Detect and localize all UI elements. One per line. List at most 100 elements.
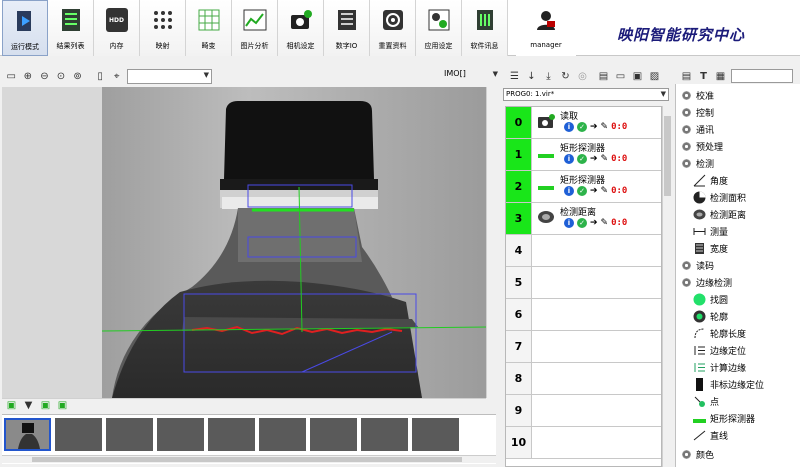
tree-node-preprocess[interactable]: 预处理 — [682, 138, 723, 155]
thumbnail[interactable] — [310, 418, 357, 451]
program-icon[interactable]: ▤ — [597, 70, 610, 83]
edit-icon[interactable]: ✎ — [601, 186, 609, 196]
tree-node-color[interactable]: 颜色 — [682, 446, 714, 463]
flow-step-7[interactable]: 7 — [506, 331, 661, 363]
filmstrip-view-icon[interactable]: ▣ — [5, 399, 18, 412]
image-scrollbar-vertical[interactable] — [486, 87, 496, 398]
info-icon[interactable]: i — [564, 122, 574, 132]
move-down-icon[interactable]: ↓ — [525, 70, 538, 83]
zoom-reset-icon[interactable]: ⊙ — [55, 70, 68, 83]
flow-step-1[interactable]: 1 矩形探测器 i ✓ ➔ ✎ 0:0 — [506, 139, 661, 171]
program-select[interactable]: PROG0: 1.vir* ▼ — [503, 88, 669, 101]
tree-node-barcode[interactable]: 读码 — [682, 257, 714, 274]
tree-node-angle[interactable]: 角度 — [692, 172, 728, 189]
flow-step-8[interactable]: 8 — [506, 363, 661, 395]
filmstrip-save-icon[interactable]: ▣ — [39, 399, 52, 412]
tree-node-calc-edge[interactable]: 计算边缘 — [692, 359, 746, 376]
info-icon[interactable]: i — [564, 186, 574, 196]
save-icon[interactable]: ▣ — [631, 70, 644, 83]
tree-node-control[interactable]: 控制 — [682, 104, 714, 121]
zoom-combo[interactable]: ▼ — [126, 68, 213, 84]
save-as-icon[interactable]: ▨ — [648, 70, 661, 83]
filmstrip-load-icon[interactable]: ▣ — [56, 399, 69, 412]
ok-icon[interactable]: ✓ — [577, 218, 587, 228]
flow-step-6[interactable]: 6 — [506, 299, 661, 331]
user-button[interactable]: manager — [516, 0, 576, 56]
flow-step-9[interactable]: 9 — [506, 395, 661, 427]
image-selector[interactable]: IMO[] ▼ — [444, 69, 500, 84]
tree-node-nonstd-edge[interactable]: 非标边缘定位 — [692, 376, 764, 393]
camera-settings-button[interactable]: 相机设定 — [278, 0, 324, 56]
flow-step-2[interactable]: 2 矩形探测器 i ✓ ➔ ✎ 0:0 — [506, 171, 661, 203]
ok-icon[interactable]: ✓ — [577, 122, 587, 132]
run-mode-button[interactable]: 运行模式 — [2, 0, 48, 56]
ok-icon[interactable]: ✓ — [577, 186, 587, 196]
zoom-in-icon[interactable]: ⊕ — [22, 70, 35, 83]
flow-scroll-thumb[interactable] — [664, 116, 671, 196]
thumbnail[interactable] — [361, 418, 408, 451]
zoom-out-icon[interactable]: ⊖ — [38, 70, 51, 83]
stop-icon[interactable]: ◎ — [576, 70, 589, 83]
tree-node-contour[interactable]: 轮廓 — [692, 308, 728, 325]
move-bottom-icon[interactable]: ⤓ — [542, 70, 555, 83]
crosshair-icon[interactable]: ⌖ — [110, 70, 123, 83]
text-icon[interactable]: T — [697, 70, 710, 83]
flow-step-10[interactable]: 10 — [506, 427, 661, 459]
ok-icon[interactable]: ✓ — [577, 154, 587, 164]
open-folder-icon[interactable]: ▭ — [614, 70, 627, 83]
zoom-fit-icon[interactable]: ⊚ — [71, 70, 84, 83]
flow-step-5[interactable]: 5 — [506, 267, 661, 299]
thumbnail[interactable] — [157, 418, 204, 451]
thumbnail[interactable] — [208, 418, 255, 451]
tree-node-point[interactable]: 点 — [692, 393, 719, 410]
memory-button[interactable]: HDD 内存 — [94, 0, 140, 56]
tree-node-measure[interactable]: 测量 — [692, 223, 728, 240]
page-icon[interactable]: ▯ — [94, 70, 107, 83]
app-settings-button[interactable]: 应用设定 — [416, 0, 462, 56]
thumbnail[interactable] — [55, 418, 102, 451]
flow-step-3[interactable]: 3 检测距离 i ✓ ➔ ✎ 0:0 — [506, 203, 661, 235]
edit-icon[interactable]: ✎ — [601, 122, 609, 132]
results-list-button[interactable]: 结果列表 — [48, 0, 94, 56]
thumbnail[interactable] — [106, 418, 153, 451]
camera-image-view[interactable] — [2, 87, 496, 398]
info-icon[interactable]: i — [564, 154, 574, 164]
flow-step-4[interactable]: 4 — [506, 235, 661, 267]
thumbnail[interactable] — [412, 418, 459, 451]
tree-node-contour-length[interactable]: 轮廓长度 — [692, 325, 746, 342]
tool-search-input[interactable] — [731, 69, 793, 83]
tree-node-communication[interactable]: 通讯 — [682, 121, 714, 138]
edit-icon[interactable]: ✎ — [601, 218, 609, 228]
info-icon[interactable]: i — [564, 218, 574, 228]
thumbnail[interactable] — [259, 418, 306, 451]
palette-icon[interactable]: ▦ — [714, 70, 727, 83]
tree-node-edge-locate[interactable]: 边缘定位 — [692, 342, 746, 359]
filmstrip-scrollbar[interactable] — [2, 455, 496, 463]
tree-node-find-circle[interactable]: 找圆 — [692, 291, 728, 308]
thumbnail-selected[interactable] — [4, 418, 51, 451]
distortion-button[interactable]: 畸变 — [186, 0, 232, 56]
link-icon[interactable]: ➔ — [590, 154, 598, 164]
filmstrip-dropdown-icon[interactable]: ▼ — [22, 399, 35, 412]
digital-io-button[interactable]: 数字IO — [324, 0, 370, 56]
tree-node-area[interactable]: 检测面积 — [692, 189, 746, 206]
tool-list-icon[interactable]: ▤ — [680, 70, 693, 83]
tree-node-detection[interactable]: 检测 — [682, 155, 714, 172]
fit-screen-icon[interactable]: ▭ — [5, 70, 18, 83]
mapping-button[interactable]: 映射 — [140, 0, 186, 56]
filmstrip-scroll-thumb[interactable] — [32, 457, 462, 462]
link-icon[interactable]: ➔ — [590, 218, 598, 228]
tree-node-calibration[interactable]: 校准 — [682, 87, 714, 104]
tree-node-edge-detection[interactable]: 边缘检测 — [682, 274, 732, 291]
link-icon[interactable]: ➔ — [590, 122, 598, 132]
image-analysis-button[interactable]: 图片分析 — [232, 0, 278, 56]
tree-node-width[interactable]: 宽度 — [692, 240, 728, 257]
link-icon[interactable]: ➔ — [590, 186, 598, 196]
flow-step-0[interactable]: 0 读取 i ✓ ➔ ✎ 0:0 — [506, 107, 661, 139]
reset-data-button[interactable]: 重置资料 — [370, 0, 416, 56]
flow-scrollbar[interactable] — [662, 106, 672, 467]
flow-list-icon[interactable]: ☰ — [508, 70, 521, 83]
software-info-button[interactable]: 软件讯息 — [462, 0, 508, 56]
refresh-icon[interactable]: ↻ — [559, 70, 572, 83]
tree-node-rect-detector[interactable]: 矩形探测器 — [692, 410, 755, 427]
